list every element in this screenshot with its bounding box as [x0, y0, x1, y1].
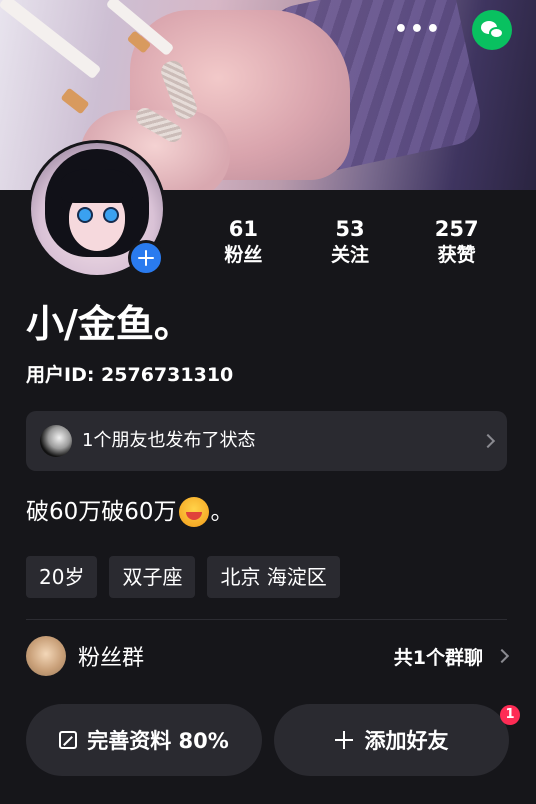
stat-likes[interactable]: 257 获赞 [412, 216, 502, 268]
profile-stats: 61 粉丝 53 关注 257 获赞 [190, 216, 510, 268]
bio: 破60万破60万 。 [26, 496, 234, 528]
stat-following[interactable]: 53 关注 [305, 216, 395, 268]
bio-text: 破60万破60万 [26, 499, 177, 525]
user-id[interactable]: 用户ID: 2576731310 [26, 362, 233, 388]
chevron-right-icon [480, 433, 496, 449]
edit-profile-label: 完善资料 80% [87, 729, 229, 753]
stat-likes-label: 获赞 [437, 244, 476, 266]
tag-location[interactable]: 北京 海淀区 [207, 556, 340, 598]
avatar-eye [79, 209, 91, 221]
tag-zodiac[interactable]: 双子座 [109, 556, 196, 598]
plus-icon [138, 250, 154, 266]
stat-likes-count: 257 [434, 217, 479, 241]
chevron-right-icon [494, 648, 510, 664]
avatar-bangs [61, 169, 133, 203]
avatar-eye [105, 209, 117, 221]
fans-group-count: 共1个群聊 [393, 646, 483, 669]
nickname: 小/金鱼。 [26, 302, 192, 346]
stat-fans[interactable]: 61 粉丝 [198, 216, 288, 268]
bio-suffix: 。 [210, 499, 234, 525]
stat-following-count: 53 [335, 217, 365, 241]
fans-group-avatar [26, 636, 66, 676]
cover-cigarette [0, 0, 102, 80]
fans-group-row[interactable]: 粉丝群 共1个群聊 [26, 636, 510, 676]
wechat-icon[interactable] [472, 10, 512, 50]
tag-age[interactable]: 20岁 [26, 556, 98, 598]
friend-avatar [40, 425, 72, 457]
divider [26, 619, 507, 620]
friend-status-card[interactable]: 1个朋友也发布了状态 [26, 411, 507, 471]
laughing-emoji-icon [178, 497, 209, 527]
add-avatar-button[interactable] [128, 240, 164, 276]
stat-fans-label: 粉丝 [224, 244, 263, 266]
profile-tags: 20岁 双子座 北京 海淀区 [26, 556, 340, 598]
add-friend-button[interactable]: 添加好友 [274, 704, 509, 776]
stat-fans-count: 61 [228, 217, 258, 241]
friend-status-text: 1个朋友也发布了状态 [82, 430, 256, 451]
top-icons: ••• [394, 10, 512, 50]
add-friend-label: 添加好友 [364, 729, 449, 753]
edit-icon [59, 731, 78, 749]
plus-icon [334, 731, 353, 749]
fans-group-label: 粉丝群 [78, 646, 145, 671]
wechat-bubble [489, 27, 504, 39]
more-icon[interactable]: ••• [394, 19, 442, 41]
edit-profile-button[interactable]: 完善资料 80% [26, 704, 262, 776]
stat-following-label: 关注 [330, 244, 369, 266]
notification-badge: 1 [500, 705, 520, 725]
cover-cigarette-tip [60, 87, 90, 115]
